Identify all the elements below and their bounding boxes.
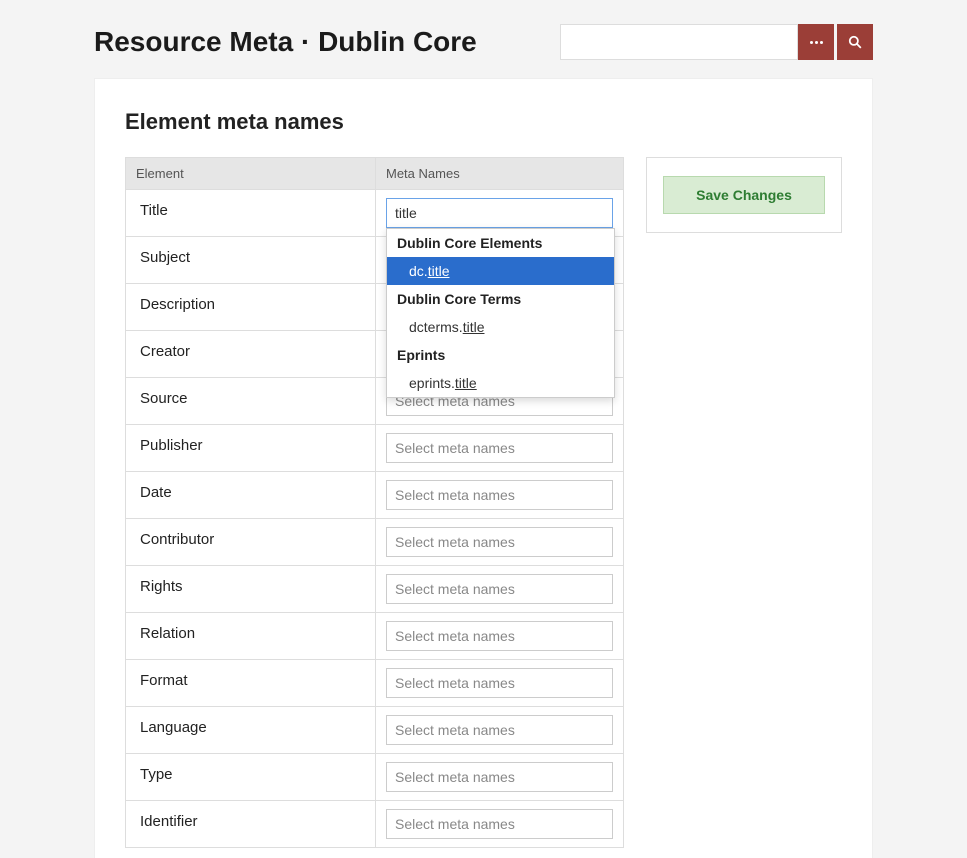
dropdown-item-prefix: eprints.: [409, 375, 455, 391]
table-row: Identifier Select meta names: [126, 801, 624, 848]
meta-cell: Select meta names: [376, 660, 624, 707]
search-group: [560, 24, 873, 60]
element-label: Relation: [126, 613, 376, 660]
search-button[interactable]: [837, 24, 873, 60]
meta-select[interactable]: Select meta names: [386, 527, 613, 557]
table-row: Date Select meta names: [126, 472, 624, 519]
sidebar: Save Changes: [646, 157, 842, 233]
meta-select[interactable]: Select meta names: [386, 809, 613, 839]
element-label: Format: [126, 660, 376, 707]
dropdown-item-match: title: [455, 375, 477, 391]
dropdown-item-prefix: dc.: [409, 263, 428, 279]
meta-cell: Select meta names: [376, 472, 624, 519]
page-title: Resource Meta · Dublin Core: [94, 26, 477, 58]
table-row: Format Select meta names: [126, 660, 624, 707]
element-label: Date: [126, 472, 376, 519]
meta-cell: Select meta names: [376, 801, 624, 848]
meta-cell: Select meta names: [376, 566, 624, 613]
main-panel: Element meta names Element Meta Names Ti…: [94, 78, 873, 858]
meta-input[interactable]: [395, 205, 604, 221]
element-label: Publisher: [126, 425, 376, 472]
dropdown-group-label: Dublin Core Terms: [387, 285, 614, 313]
col-header-element: Element: [126, 158, 376, 190]
element-label: Rights: [126, 566, 376, 613]
meta-cell: Select meta names: [376, 519, 624, 566]
meta-cell: Select meta names: [376, 754, 624, 801]
meta-select[interactable]: Select meta names: [386, 668, 613, 698]
table-row: Publisher Select meta names: [126, 425, 624, 472]
dropdown-item-match: title: [428, 263, 450, 279]
meta-select[interactable]: Select meta names: [386, 433, 613, 463]
meta-select[interactable]: Select meta names: [386, 574, 613, 604]
page-header: Resource Meta · Dublin Core: [0, 0, 967, 78]
element-label: Subject: [126, 237, 376, 284]
table-row: Relation Select meta names: [126, 613, 624, 660]
meta-cell: Select meta names: [376, 613, 624, 660]
element-label: Description: [126, 284, 376, 331]
dropdown-group-label: Dublin Core Elements: [387, 229, 614, 257]
search-icon: [848, 35, 862, 49]
table-row: Type Select meta names: [126, 754, 624, 801]
panel-layout: Element Meta Names TitleDublin Core Elem…: [125, 157, 842, 848]
advanced-search-button[interactable]: [798, 24, 834, 60]
element-label: Language: [126, 707, 376, 754]
element-label: Contributor: [126, 519, 376, 566]
meta-cell: Select meta names: [376, 425, 624, 472]
elements-table-wrap: Element Meta Names TitleDublin Core Elem…: [125, 157, 624, 848]
autocomplete-dropdown: Dublin Core Elementsdc.titleDublin Core …: [386, 228, 615, 398]
save-changes-button[interactable]: Save Changes: [663, 176, 825, 214]
table-row: TitleDublin Core Elementsdc.titleDublin …: [126, 190, 624, 237]
meta-select[interactable]: Select meta names: [386, 762, 613, 792]
element-label: Creator: [126, 331, 376, 378]
panel-heading: Element meta names: [125, 109, 842, 135]
meta-select[interactable]: Select meta names: [386, 480, 613, 510]
element-label: Type: [126, 754, 376, 801]
meta-select[interactable]: [386, 198, 613, 228]
meta-cell: Select meta names: [376, 707, 624, 754]
meta-select[interactable]: Select meta names: [386, 621, 613, 651]
table-row: Rights Select meta names: [126, 566, 624, 613]
col-header-meta: Meta Names: [376, 158, 624, 190]
dropdown-item-match: title: [463, 319, 485, 335]
dropdown-group-label: Eprints: [387, 341, 614, 369]
dropdown-item[interactable]: dc.title: [387, 257, 614, 285]
search-input[interactable]: [560, 24, 798, 60]
dropdown-item[interactable]: eprints.title: [387, 369, 614, 397]
dropdown-item-prefix: dcterms.: [409, 319, 463, 335]
dropdown-item[interactable]: dcterms.title: [387, 313, 614, 341]
ellipsis-icon: [810, 41, 823, 44]
element-label: Title: [126, 190, 376, 237]
elements-table: Element Meta Names TitleDublin Core Elem…: [125, 157, 624, 848]
element-label: Identifier: [126, 801, 376, 848]
table-row: Contributor Select meta names: [126, 519, 624, 566]
element-label: Source: [126, 378, 376, 425]
table-row: Language Select meta names: [126, 707, 624, 754]
meta-cell: Dublin Core Elementsdc.titleDublin Core …: [376, 190, 624, 237]
meta-select[interactable]: Select meta names: [386, 715, 613, 745]
